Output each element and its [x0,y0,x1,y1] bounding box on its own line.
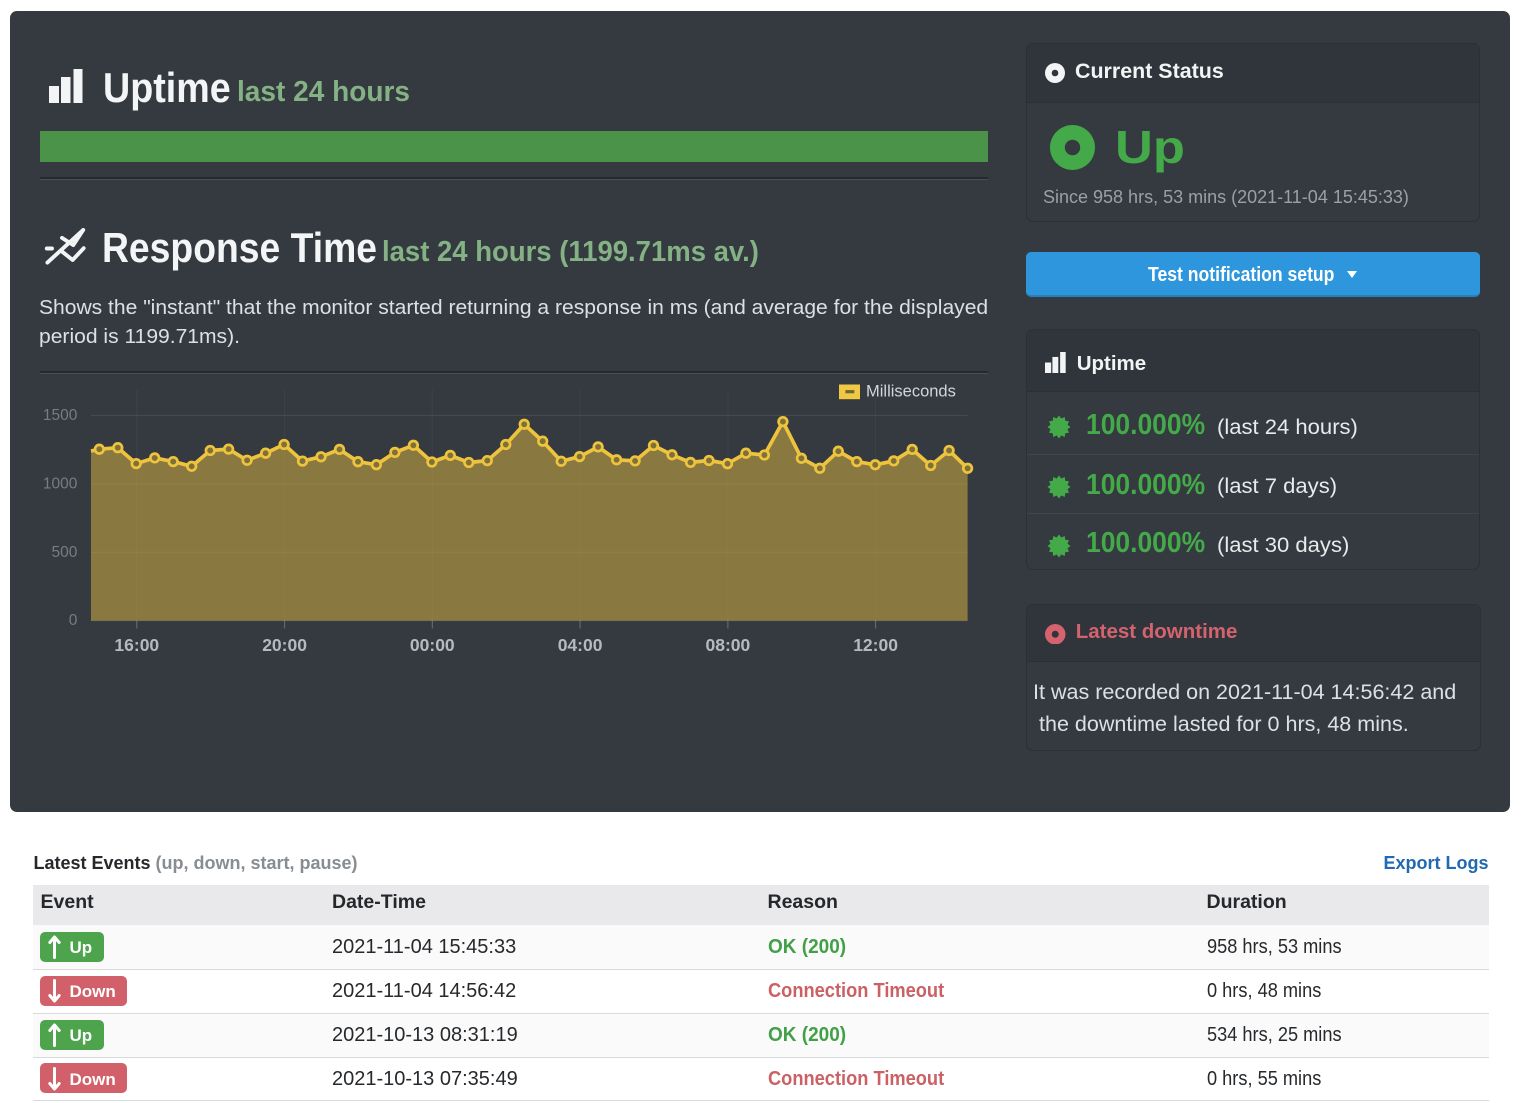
svg-text:Milliseconds: Milliseconds [866,383,956,401]
svg-text:00:00: 00:00 [410,635,455,655]
svg-text:04:00: 04:00 [558,635,603,655]
svg-text:0: 0 [69,612,78,629]
svg-text:12:00: 12:00 [853,635,898,655]
svg-text:500: 500 [52,544,78,561]
svg-text:1500: 1500 [43,407,78,424]
svg-text:08:00: 08:00 [706,635,751,655]
svg-text:20:00: 20:00 [262,635,307,655]
svg-text:16:00: 16:00 [114,635,159,655]
svg-text:1000: 1000 [43,475,78,492]
